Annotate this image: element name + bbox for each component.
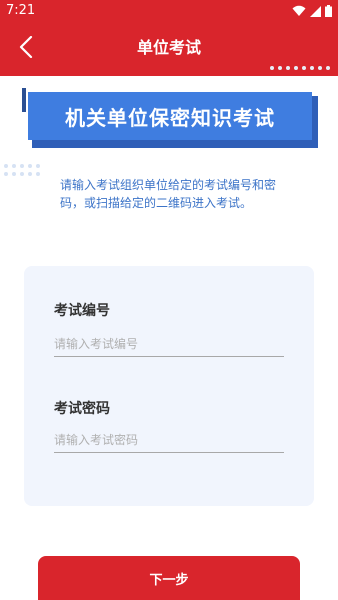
exam-password-label: 考试密码 — [54, 401, 110, 417]
exam-number-label: 考试编号 — [54, 303, 110, 319]
signal-icon — [310, 2, 321, 21]
app-header: 7:21 单位考试 — [0, 0, 338, 76]
banner-title: 机关单位保密知识考试 — [65, 105, 275, 130]
battery-icon — [325, 2, 332, 21]
decorative-dots-top — [270, 66, 330, 70]
page-title: 单位考试 — [136, 38, 201, 57]
next-step-button[interactable]: 下一步 — [38, 556, 300, 600]
decorative-dots-left — [4, 164, 40, 176]
status-icons — [292, 3, 332, 19]
intro-text: 请输入考试组织单位给定的考试编号和密码，或扫描给定的二维码进入考试。 — [60, 178, 277, 210]
wifi-icon — [292, 2, 306, 21]
exam-form-card: 考试编号 考试密码 — [24, 266, 314, 506]
status-time: 7:21 — [6, 3, 36, 18]
exam-number-input[interactable] — [54, 332, 284, 357]
exam-password-input[interactable] — [54, 428, 284, 453]
exam-banner: 机关单位保密知识考试 — [22, 88, 318, 148]
banner-panel: 机关单位保密知识考试 — [22, 88, 312, 140]
